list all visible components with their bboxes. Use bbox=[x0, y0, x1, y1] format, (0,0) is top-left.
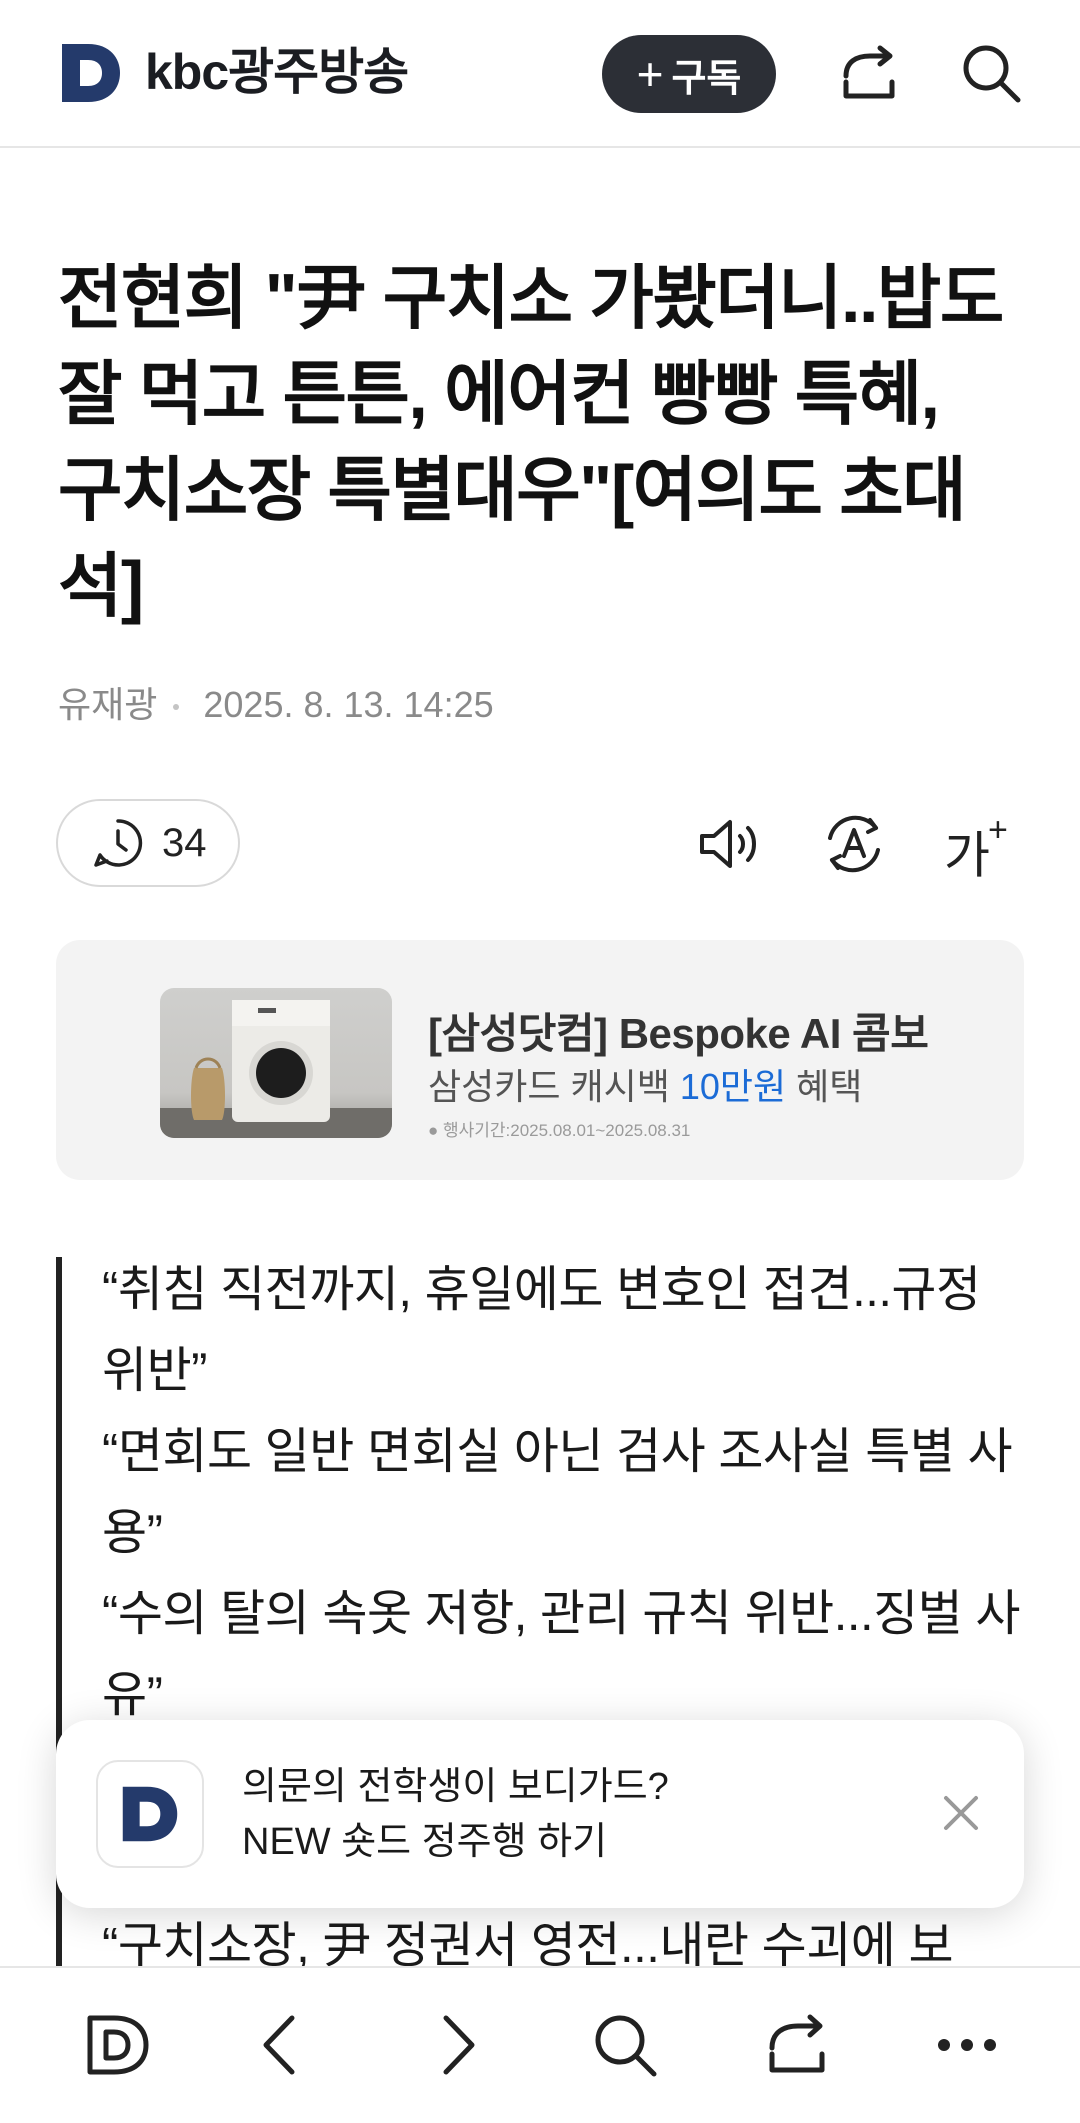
article-meta: 유재광 2025. 8. 13. 14:25 bbox=[58, 680, 494, 730]
close-icon[interactable] bbox=[936, 1788, 986, 1838]
translate-icon[interactable] bbox=[818, 808, 890, 880]
author-name[interactable]: 유재광 bbox=[58, 684, 157, 725]
top-header: kbc광주방송 + 구독 bbox=[0, 0, 1080, 148]
search-icon[interactable] bbox=[958, 40, 1024, 106]
quote-line: “면회도 일반 면회실 아닌 검사 조사실 특별 사용” bbox=[102, 1425, 1013, 1560]
share-icon[interactable] bbox=[836, 40, 902, 106]
subscribe-label: 구독 bbox=[671, 57, 742, 100]
plus-icon: + bbox=[636, 48, 664, 100]
ad-period: ● 행사기간:2025.08.01~2025.08.31 bbox=[428, 1121, 691, 1140]
ad-subtitle: 삼성카드 캐시백 10만원 혜택 bbox=[428, 1058, 862, 1110]
quote-line: “수의 탈의 속옷 저항, 관리 규칙 위반...징벌 사유” bbox=[102, 1587, 1020, 1722]
quote-line: “취침 직전까지, 휴일에도 변호인 접견...규정 위반” bbox=[102, 1263, 981, 1398]
comments-button[interactable]: 34 bbox=[56, 799, 240, 887]
bottom-nav bbox=[0, 1966, 1080, 2123]
article-title: 전현희 "尹 구치소 가봤더니..밥도 잘 먹고 튼튼, 에어컨 빵빵 특혜, … bbox=[58, 259, 1004, 625]
ad-product-image bbox=[160, 988, 392, 1138]
daum-logo-icon bbox=[96, 1760, 204, 1868]
separator-dot bbox=[173, 704, 180, 711]
comment-count: 34 bbox=[162, 820, 207, 865]
toast-line-2: NEW 숏드 정주행 하기 bbox=[242, 1821, 608, 1863]
toast-text: 의문의 전학생이 보디가드? NEW 숏드 정주행 하기 bbox=[242, 1760, 669, 1870]
channel-name[interactable]: kbc광주방송 bbox=[145, 42, 409, 102]
font-size-button[interactable]: 가+ bbox=[944, 808, 1008, 892]
search-icon[interactable] bbox=[588, 2008, 662, 2082]
ad-subtitle-pre: 삼성카드 캐시백 bbox=[428, 1066, 680, 1107]
ad-subtitle-highlight: 10만원 bbox=[679, 1066, 787, 1107]
comment-icon bbox=[94, 819, 143, 867]
speaker-icon[interactable] bbox=[694, 808, 766, 880]
ad-subtitle-post: 혜택 bbox=[786, 1066, 863, 1107]
subscribe-button[interactable]: + 구독 bbox=[602, 35, 776, 113]
ad-banner[interactable]: [삼성닷컴] Bespoke AI 콤보 삼성카드 캐시백 10만원 혜택 ● … bbox=[56, 940, 1024, 1180]
font-size-plus: + bbox=[988, 811, 1008, 849]
quote-block: “취침 직전까지, 휴일에도 변호인 접견...규정 위반” “면회도 일반 면… bbox=[102, 1250, 1032, 1736]
promo-toast[interactable]: 의문의 전학생이 보디가드? NEW 숏드 정주행 하기 bbox=[56, 1720, 1024, 1908]
font-size-label: 가 bbox=[944, 827, 990, 884]
daum-logo-icon[interactable] bbox=[58, 40, 124, 106]
forward-icon[interactable] bbox=[418, 2008, 492, 2082]
more-icon[interactable] bbox=[930, 2008, 1004, 2082]
toast-line-1: 의문의 전학생이 보디가드? bbox=[242, 1766, 669, 1808]
back-icon[interactable] bbox=[246, 2008, 320, 2082]
daum-home-icon[interactable] bbox=[80, 2008, 154, 2082]
share-icon[interactable] bbox=[760, 2008, 834, 2082]
ad-title: [삼성닷컴] Bespoke AI 콤보 bbox=[428, 1010, 929, 1057]
publish-date: 2025. 8. 13. 14:25 bbox=[203, 684, 494, 725]
